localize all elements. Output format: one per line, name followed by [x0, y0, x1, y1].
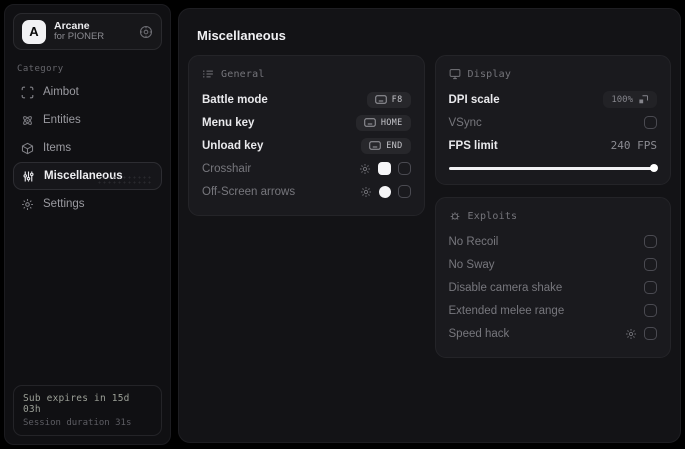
gear-icon[interactable]	[359, 163, 371, 175]
crosshair-label: Crosshair	[202, 162, 252, 175]
menu-key-row: Menu key HOME	[202, 111, 411, 134]
crosshair-row: Crosshair	[202, 157, 411, 180]
speed-hack-checkbox[interactable]	[644, 327, 657, 340]
no-sway-checkbox[interactable]	[644, 258, 657, 271]
sidebar-item-items[interactable]: Items	[13, 134, 162, 162]
dpi-scale-value: 100%	[611, 94, 633, 105]
disable-camera-shake-checkbox[interactable]	[644, 281, 657, 294]
sidebar-nav: Aimbot Entities Items Miscellaneous Sett…	[13, 78, 162, 218]
session-duration-text: Session duration 31s	[23, 418, 132, 428]
unload-key-row: Unload key END	[202, 134, 411, 157]
keybind-value: HOME	[380, 117, 403, 128]
slider-track	[448, 166, 657, 170]
sidebar-item-settings[interactable]: Settings	[13, 190, 162, 218]
subscription-status: Sub expires in 15d 03h Session duration …	[13, 385, 162, 436]
keyboard-icon	[364, 118, 376, 127]
dpi-scale-row: DPI scale 100%	[448, 88, 657, 111]
sidebar-item-label: Aimbot	[43, 86, 79, 98]
offscreen-arrows-color-swatch[interactable]	[378, 185, 391, 198]
fps-limit-value: 240 FPS	[610, 139, 657, 152]
vsync-row: VSync	[448, 111, 657, 134]
sidebar-item-miscellaneous[interactable]: Miscellaneous	[13, 162, 162, 190]
atom-icon	[21, 114, 34, 127]
display-card-title: Display	[467, 68, 512, 80]
general-card-header: General	[202, 68, 411, 80]
offscreen-arrows-row: Off-Screen arrows	[202, 180, 411, 203]
sliders-icon	[22, 170, 35, 183]
offscreen-arrows-checkbox[interactable]	[397, 185, 411, 198]
no-recoil-row: No Recoil	[448, 230, 657, 253]
general-card: General Battle mode F8 Menu key HOME Unl…	[188, 55, 425, 216]
sidebar-item-label: Entities	[43, 114, 81, 126]
menu-key-keybind[interactable]: HOME	[355, 114, 411, 131]
menu-key-label: Menu key	[202, 116, 255, 129]
unload-key-keybind[interactable]: END	[361, 137, 411, 154]
offscreen-arrows-label: Off-Screen arrows	[202, 185, 296, 198]
gear-icon[interactable]	[360, 186, 372, 198]
gear-icon[interactable]	[139, 25, 153, 39]
sidebar-item-aimbot[interactable]: Aimbot	[13, 78, 162, 106]
slider-knob[interactable]	[650, 164, 658, 172]
gear-icon	[21, 198, 34, 211]
category-label: Category	[17, 64, 64, 74]
speed-hack-label: Speed hack	[448, 327, 510, 340]
monitor-icon	[449, 68, 461, 80]
sidebar: A Arcane for PIONER Category Aimbot Enti…	[4, 4, 171, 445]
vsync-checkbox[interactable]	[644, 116, 657, 129]
crosshair-color-swatch[interactable]	[377, 162, 391, 175]
selected-item-texture	[97, 175, 153, 185]
battle-mode-row: Battle mode F8	[202, 88, 411, 111]
dpi-scale-label: DPI scale	[448, 93, 500, 106]
fps-limit-slider[interactable]	[448, 164, 658, 172]
display-card: Display DPI scale 100% VSync FPS limit 2…	[434, 55, 671, 185]
no-sway-row: No Sway	[448, 253, 657, 276]
page-title: Miscellaneous	[197, 28, 286, 43]
fps-limit-label: FPS limit	[448, 139, 498, 152]
disable-camera-shake-row: Disable camera shake	[448, 276, 657, 299]
speed-hack-row: Speed hack	[448, 322, 657, 345]
keyboard-icon	[374, 95, 387, 104]
exploits-card-header: Exploits	[449, 210, 658, 222]
battle-mode-keybind[interactable]: F8	[366, 91, 411, 108]
no-recoil-checkbox[interactable]	[644, 235, 657, 248]
sidebar-item-label: Settings	[43, 198, 85, 210]
no-recoil-label: No Recoil	[448, 235, 499, 248]
vsync-label: VSync	[448, 116, 482, 129]
list-icon	[202, 68, 214, 80]
keybind-value: F8	[391, 94, 403, 105]
sidebar-item-entities[interactable]: Entities	[13, 106, 162, 134]
box-icon	[21, 142, 34, 155]
general-card-title: General	[221, 68, 265, 80]
app-header: A Arcane for PIONER	[13, 13, 162, 50]
keyboard-icon	[369, 141, 381, 150]
no-sway-label: No Sway	[448, 258, 495, 271]
main-panel: Miscellaneous General Battle mode F8 Men…	[178, 8, 681, 443]
disable-camera-shake-label: Disable camera shake	[448, 281, 563, 294]
extended-melee-range-checkbox[interactable]	[644, 304, 657, 317]
bug-icon	[449, 210, 461, 222]
gear-icon[interactable]	[625, 328, 637, 340]
sub-expiry-text: Sub expires in 15d 03h	[23, 393, 130, 415]
extended-melee-range-label: Extended melee range	[448, 304, 565, 317]
scale-icon	[638, 94, 649, 105]
app-subtitle: for PIONER	[54, 31, 105, 43]
scan-icon	[21, 86, 34, 99]
dpi-scale-select[interactable]: 100%	[603, 91, 657, 108]
keybind-value: END	[386, 140, 403, 151]
sidebar-item-label: Items	[43, 142, 72, 154]
fps-limit-row: FPS limit 240 FPS	[449, 134, 658, 157]
extended-melee-range-row: Extended melee range	[448, 299, 657, 322]
battle-mode-label: Battle mode	[202, 93, 268, 106]
exploits-card-title: Exploits	[467, 210, 518, 222]
app-logo: A	[22, 19, 46, 44]
crosshair-checkbox[interactable]	[397, 162, 411, 175]
exploits-card: Exploits No Recoil No Sway Disable camer…	[434, 197, 671, 358]
unload-key-label: Unload key	[202, 139, 264, 152]
display-card-header: Display	[449, 68, 658, 80]
app-titles: Arcane for PIONER	[54, 20, 131, 43]
